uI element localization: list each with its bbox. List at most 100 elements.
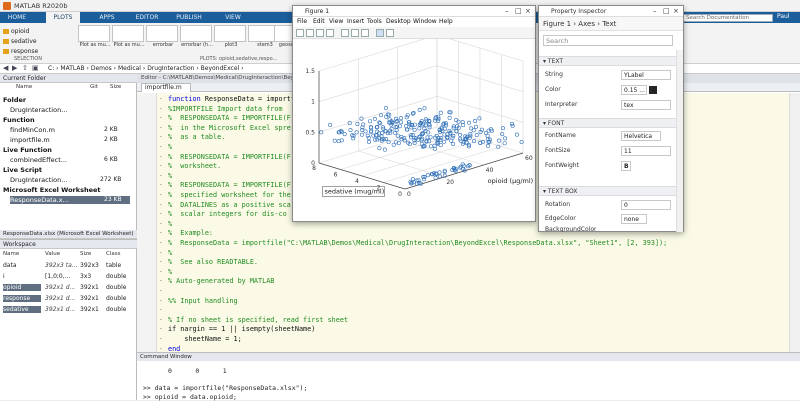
folder-up-icon[interactable]: ⇧ <box>22 64 28 72</box>
inspector-scrollbar[interactable] <box>676 50 683 232</box>
close-icon[interactable]: × <box>673 7 679 15</box>
prop-value-edgecolor[interactable]: none <box>621 214 647 224</box>
color-swatch[interactable] <box>649 86 657 94</box>
maximize-icon[interactable]: □ <box>663 7 670 15</box>
code-line[interactable]: %IMPORTFILE Import data from <box>168 105 283 113</box>
minimize-icon[interactable]: – <box>653 7 657 15</box>
property-inspector[interactable]: Property Inspector – □ × Figure 1 › Axes… <box>538 5 684 232</box>
column-header-git[interactable]: Git <box>90 84 98 90</box>
column-header-size[interactable]: Size <box>110 84 121 90</box>
ws-var-name[interactable]: i <box>3 273 43 280</box>
link-plot-icon[interactable] <box>341 29 349 37</box>
selected-variable[interactable]: sedative <box>3 38 37 45</box>
property-inspector-icon[interactable] <box>386 29 394 37</box>
code-line[interactable]: % in the Microsoft Excel spre <box>168 124 291 132</box>
ws-var-name-selected[interactable]: sedative <box>3 306 41 313</box>
tab-publish[interactable]: PUBLISH <box>172 12 206 23</box>
folder-item[interactable]: DrugInteraction... <box>10 106 67 114</box>
maximize-icon[interactable]: □ <box>515 7 522 15</box>
y-axis-label[interactable]: sedative (mug/ml) <box>325 188 385 196</box>
tab-view[interactable]: VIEW <box>220 12 246 23</box>
section-text-box[interactable]: ▾ TEXT BOX <box>539 186 676 196</box>
code-line[interactable]: % Example: <box>168 229 213 237</box>
code-line[interactable]: % <box>168 268 172 276</box>
code-line[interactable]: if nargin == 1 || isempty(sheetName) <box>168 325 315 333</box>
file-item[interactable]: DrugInteraction... <box>10 176 67 184</box>
menu-edit[interactable]: Edit <box>313 18 325 25</box>
code-line[interactable]: % See also READTABLE. <box>168 258 258 266</box>
prop-value-string[interactable]: YLabel <box>621 70 671 80</box>
ws-var-name-selected[interactable]: opioid <box>3 284 41 291</box>
menu-tools[interactable]: Tools <box>367 18 382 25</box>
plot-gallery-item[interactable]: plot3 <box>214 25 248 51</box>
code-line[interactable]: sheetName = 1; <box>168 335 241 343</box>
back-arrow-icon[interactable]: ◀ <box>3 64 8 72</box>
new-figure-icon[interactable] <box>296 29 304 37</box>
code-line[interactable]: % <box>168 172 172 180</box>
ws-header-name[interactable]: Name <box>3 251 19 257</box>
code-line[interactable]: % specified worksheet for the <box>168 191 291 199</box>
prop-value-fontsize[interactable]: 11 <box>621 146 671 156</box>
code-line[interactable]: % Auto-generated by MATLAB <box>168 277 274 285</box>
column-header-name[interactable]: Name <box>16 84 32 90</box>
code-line[interactable]: % <box>168 249 172 257</box>
plot-gallery-item[interactable]: Plot as mu... <box>78 25 112 51</box>
x-axis-label[interactable]: opioid (μg/ml) <box>488 177 534 185</box>
code-line[interactable]: % <box>168 220 172 228</box>
menu-desktop[interactable]: Desktop <box>386 18 411 25</box>
prop-value-color[interactable]: 0.15 ... <box>621 85 647 95</box>
code-line[interactable]: % as a table. <box>168 133 225 141</box>
save-icon[interactable] <box>316 29 324 37</box>
ws-header-class[interactable]: Class <box>106 251 120 257</box>
file-item[interactable]: combinedEffect... <box>10 156 67 164</box>
tab-editor[interactable]: EDITOR <box>132 12 162 23</box>
prop-value-fontname[interactable]: Helvetica <box>621 131 661 141</box>
plot-gallery-item[interactable]: errorbar <box>146 25 180 51</box>
figure-window[interactable]: Figure 1 – □ × File Edit View Insert Too… <box>292 5 536 222</box>
tab-plots[interactable]: PLOTS <box>46 12 80 23</box>
selected-variable[interactable]: opioid <box>3 28 29 35</box>
tab-apps[interactable]: APPS <box>94 12 120 23</box>
code-line[interactable]: % RESPONSEDATA = IMPORTFILE(F <box>168 114 291 122</box>
bold-toggle[interactable]: B <box>621 161 631 171</box>
inspector-search-input[interactable]: Search <box>543 35 673 46</box>
command-window[interactable]: Command Window 0 0 1 >> data = importfil… <box>137 352 800 401</box>
ws-var-name-selected[interactable]: response <box>3 295 41 302</box>
section-text[interactable]: ▾ TEXT <box>539 56 676 66</box>
prop-value-interpreter[interactable]: tex <box>621 100 671 110</box>
prop-value-rotation[interactable]: 0 <box>621 200 671 210</box>
forward-arrow-icon[interactable]: ▶ <box>12 64 17 72</box>
search-documentation-input[interactable]: Search Documentation <box>683 14 773 22</box>
minimize-icon[interactable]: – <box>505 7 509 15</box>
print-icon[interactable] <box>326 29 334 37</box>
insert-colorbar-icon[interactable] <box>351 29 359 37</box>
open-icon[interactable] <box>306 29 314 37</box>
ws-header-size[interactable]: Size <box>80 251 91 257</box>
code-line[interactable]: function ResponseData = importf <box>168 95 295 103</box>
user-account-label[interactable]: Paul <box>777 13 790 20</box>
section-font[interactable]: ▾ FONT <box>539 118 676 128</box>
file-item[interactable]: importfile.m <box>10 136 50 144</box>
browse-folder-icon[interactable]: ▣ <box>32 64 39 72</box>
code-line[interactable]: % <box>168 143 172 151</box>
plot-gallery-item[interactable]: Plot as mu... <box>112 25 146 51</box>
menu-file[interactable]: File <box>297 18 307 25</box>
edit-plot-icon[interactable] <box>376 29 384 37</box>
editor-tab-importfile[interactable]: importfile.m <box>141 83 191 92</box>
scatter3-axes[interactable]: 00.511.5020406002468 opioid (μg/ml) seda… <box>293 39 535 222</box>
plot-gallery-item[interactable]: errorbar (h... <box>180 25 214 51</box>
selected-variable[interactable]: response <box>3 48 38 55</box>
code-line[interactable]: % DATALINES as a positive sca <box>168 201 291 209</box>
menu-insert[interactable]: Insert <box>347 18 364 25</box>
code-line[interactable]: % scalar integers for dis-co <box>168 210 287 218</box>
current-path[interactable]: C: › MATLAB › Demos › Medical › DrugInte… <box>48 65 244 72</box>
insert-legend-icon[interactable] <box>361 29 369 37</box>
editor-scrollbar[interactable] <box>789 93 800 352</box>
tab-home[interactable]: HOME <box>4 12 30 23</box>
code-line[interactable]: % If no sheet is specified, read first s… <box>168 316 348 324</box>
menu-help[interactable]: Help <box>439 18 453 25</box>
menu-window[interactable]: Window <box>413 18 437 25</box>
code-line[interactable]: % RESPONSEDATA = IMPORTFILE(F <box>168 153 291 161</box>
file-item[interactable]: findMinCon.m <box>10 126 55 134</box>
menu-view[interactable]: View <box>329 18 343 25</box>
